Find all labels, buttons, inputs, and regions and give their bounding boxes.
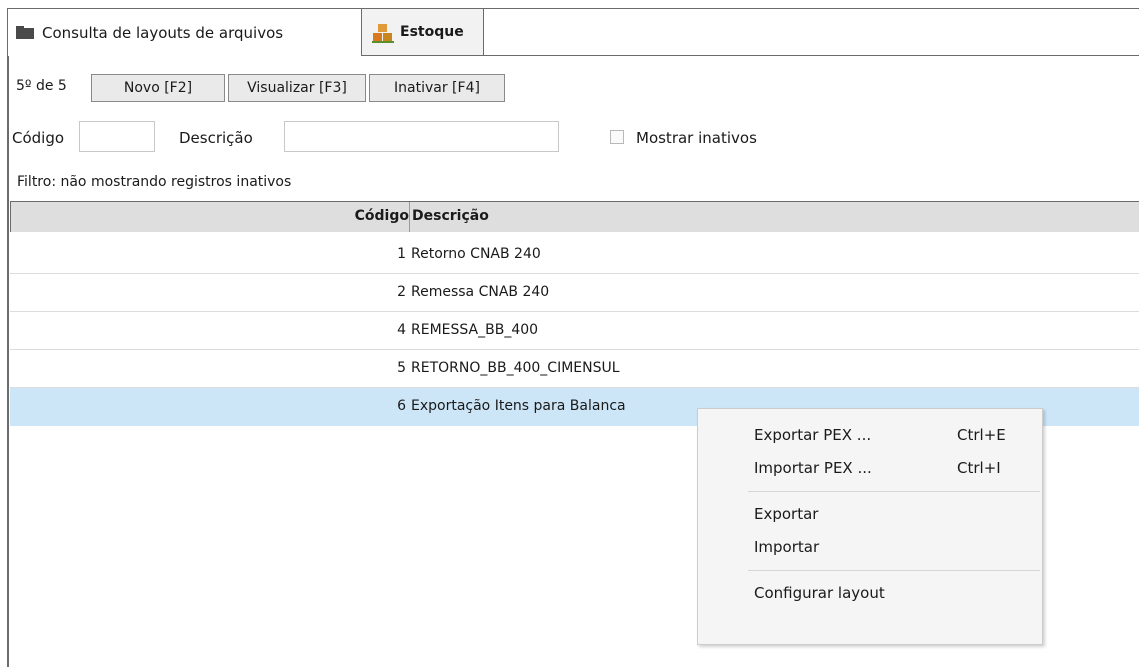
cell-code: 5 <box>397 360 406 376</box>
table-row[interactable]: 5 RETORNO_BB_400_CIMENSUL <box>10 350 1139 388</box>
window-left-border <box>7 8 9 667</box>
cell-description: RETORNO_BB_400_CIMENSUL <box>411 360 620 376</box>
tabbar-divider <box>484 55 1139 56</box>
cell-code: 4 <box>397 322 406 338</box>
inactivate-button[interactable]: Inativar [F4] <box>369 74 505 102</box>
show-inactive-label[interactable]: Mostrar inativos <box>636 129 757 147</box>
context-menu: Exportar PEX ... Ctrl+E Importar PEX ...… <box>697 408 1043 645</box>
menu-separator <box>748 570 1040 571</box>
menu-item-configure-layout[interactable]: Configurar layout <box>754 584 885 602</box>
tab-label: Consulta de layouts de arquivos <box>42 23 284 42</box>
folder-icon <box>16 26 34 39</box>
table-row[interactable]: 1 Retorno CNAB 240 <box>10 236 1139 274</box>
boxes-icon <box>372 22 394 43</box>
menu-item-import[interactable]: Importar <box>754 538 819 556</box>
table-row[interactable]: 4 REMESSA_BB_400 <box>10 312 1139 350</box>
menu-shortcut-export-pex: Ctrl+E <box>957 426 1006 444</box>
menu-shortcut-import-pex: Ctrl+I <box>957 459 1001 477</box>
table-row[interactable]: 2 Remessa CNAB 240 <box>10 274 1139 312</box>
cell-code: 1 <box>397 246 406 262</box>
column-header-code[interactable]: Código <box>355 208 409 224</box>
description-label: Descrição <box>179 129 253 147</box>
menu-item-import-pex[interactable]: Importar PEX ... <box>754 459 872 477</box>
cell-description: Exportação Itens para Balanca <box>411 398 626 414</box>
view-button[interactable]: Visualizar [F3] <box>228 74 366 102</box>
filter-status-text: Filtro: não mostrando registros inativos <box>17 174 292 190</box>
column-header-description[interactable]: Descrição <box>412 208 489 224</box>
menu-item-export[interactable]: Exportar <box>754 505 818 523</box>
cell-description: REMESSA_BB_400 <box>411 322 539 338</box>
code-input[interactable] <box>79 121 155 152</box>
record-counter: 5º de 5 <box>16 78 67 94</box>
menu-item-export-pex[interactable]: Exportar PEX ... <box>754 426 871 444</box>
cell-code: 2 <box>397 284 406 300</box>
description-input[interactable] <box>284 121 559 152</box>
grid-header: Código Descrição <box>10 201 1139 232</box>
column-divider[interactable] <box>409 202 410 232</box>
new-button[interactable]: Novo [F2] <box>91 74 225 102</box>
tab-consulta-layouts[interactable]: Consulta de layouts de arquivos <box>8 9 362 56</box>
code-label: Código <box>12 129 65 147</box>
cell-description: Retorno CNAB 240 <box>411 246 541 262</box>
show-inactive-checkbox[interactable] <box>610 130 624 144</box>
menu-separator <box>748 491 1040 492</box>
cell-code: 6 <box>397 398 406 414</box>
cell-description: Remessa CNAB 240 <box>411 284 550 300</box>
tab-estoque[interactable]: Estoque <box>362 9 484 56</box>
tab-label: Estoque <box>400 24 464 40</box>
